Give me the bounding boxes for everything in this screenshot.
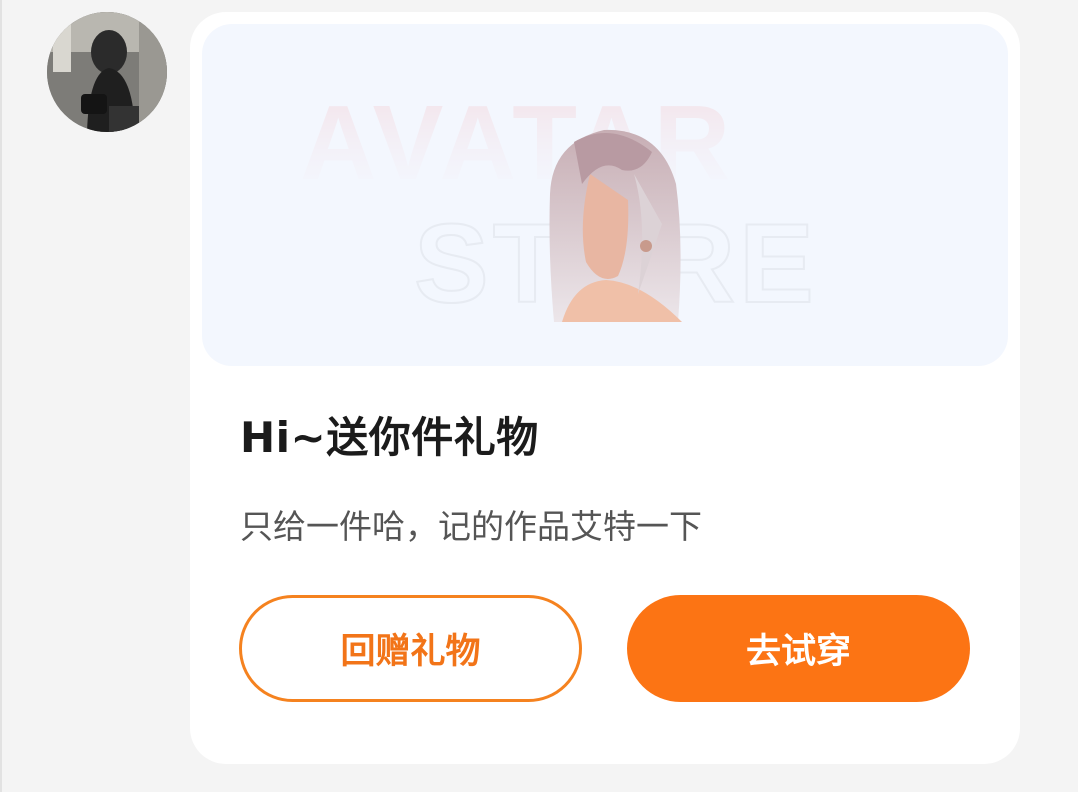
screen-edge — [0, 0, 2, 792]
gift-message: 只给一件哈，记的作品艾特一下 — [240, 507, 702, 546]
gift-card[interactable]: AVATAR STORE Hi~送你件礼物 只给一件哈，记的作品艾特一下 回赠礼… — [190, 12, 1020, 764]
avatar-photo-icon — [47, 12, 167, 132]
avatar-store-banner: AVATAR STORE — [202, 24, 1008, 366]
sender-avatar[interactable] — [47, 12, 167, 132]
avatar-store-illustration: AVATAR STORE — [300, 84, 815, 327]
gift-title: Hi~送你件礼物 — [240, 413, 539, 462]
try-on-button[interactable]: 去试穿 — [627, 595, 970, 702]
character-illustration — [549, 129, 682, 322]
return-gift-button[interactable]: 回赠礼物 — [239, 595, 582, 702]
